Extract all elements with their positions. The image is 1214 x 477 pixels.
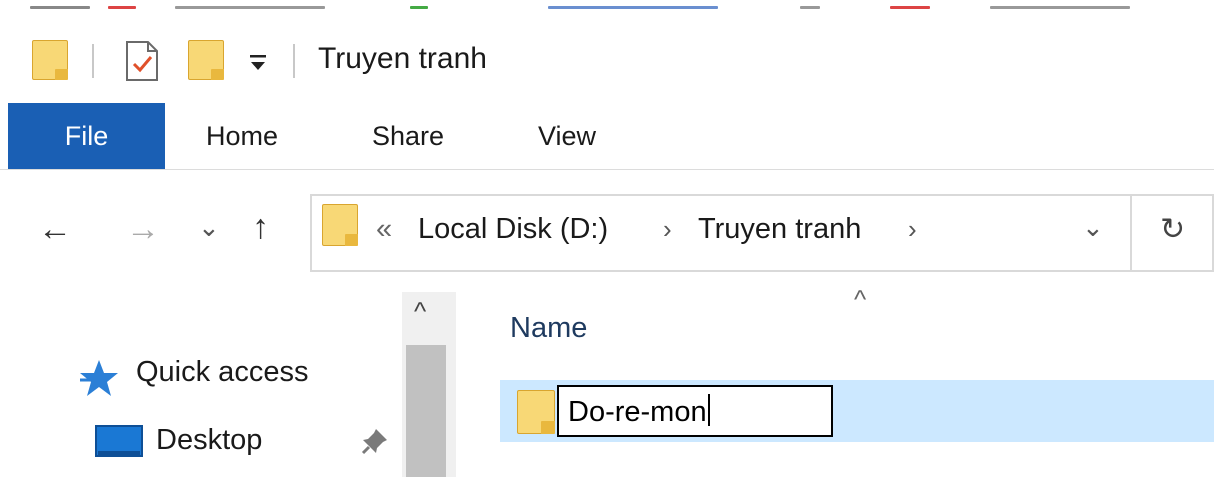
customize-dropdown-icon[interactable] bbox=[248, 50, 268, 79]
strip-mark bbox=[890, 6, 930, 9]
up-button[interactable]: ↑ bbox=[252, 208, 269, 247]
strip-mark bbox=[800, 6, 820, 9]
strip-mark bbox=[990, 6, 1130, 9]
breadcrumb-chevron[interactable]: › bbox=[908, 214, 917, 245]
tab-home[interactable]: Home bbox=[206, 121, 278, 152]
toolbar-separator bbox=[293, 44, 295, 78]
tab-share[interactable]: Share bbox=[372, 121, 444, 152]
strip-mark bbox=[108, 6, 136, 9]
strip-mark bbox=[548, 6, 718, 9]
rename-input-text: Do-re-mon bbox=[568, 396, 707, 428]
text-caret bbox=[707, 394, 710, 426]
properties-icon[interactable] bbox=[124, 40, 160, 87]
ribbon-divider bbox=[0, 169, 1214, 170]
strip-mark bbox=[410, 6, 428, 9]
folder-icon bbox=[517, 390, 555, 434]
column-header-name[interactable]: Name bbox=[510, 312, 587, 345]
breadcrumb-truyen-tranh[interactable]: Truyen tranh bbox=[698, 213, 861, 246]
window-title: Truyen tranh bbox=[318, 42, 487, 75]
folder-icon bbox=[322, 204, 358, 246]
sort-indicator-icon: ^ bbox=[854, 284, 867, 314]
breadcrumb-overflow-button[interactable]: « bbox=[376, 213, 392, 246]
address-history-dropdown[interactable]: ⌄ bbox=[1082, 212, 1104, 243]
pin-icon[interactable] bbox=[360, 426, 390, 461]
forward-button[interactable]: → bbox=[126, 210, 160, 249]
strip-mark bbox=[30, 6, 90, 9]
breadcrumb-chevron[interactable]: › bbox=[663, 214, 672, 245]
back-button[interactable]: ← bbox=[38, 210, 72, 249]
folder-icon[interactable] bbox=[32, 40, 68, 80]
nav-item-desktop[interactable]: Desktop bbox=[156, 424, 262, 457]
star-icon bbox=[78, 358, 120, 403]
previous-content-strip bbox=[0, 0, 1214, 22]
scroll-up-button[interactable]: ^ bbox=[414, 296, 426, 327]
tab-file[interactable]: File bbox=[8, 103, 165, 170]
nav-item-quick-access[interactable]: Quick access bbox=[136, 356, 308, 389]
strip-mark bbox=[175, 6, 325, 9]
tab-view[interactable]: View bbox=[538, 121, 596, 152]
recent-locations-button[interactable]: ⌄ bbox=[198, 212, 220, 243]
refresh-icon[interactable]: ↻ bbox=[1160, 212, 1185, 247]
nav-scrollbar-thumb[interactable] bbox=[406, 345, 446, 477]
breadcrumb-local-disk[interactable]: Local Disk (D:) bbox=[418, 213, 608, 246]
desktop-icon bbox=[95, 425, 143, 466]
rename-input[interactable]: Do-re-mon bbox=[557, 385, 833, 437]
toolbar-separator bbox=[92, 44, 94, 78]
new-folder-icon[interactable] bbox=[188, 40, 224, 80]
